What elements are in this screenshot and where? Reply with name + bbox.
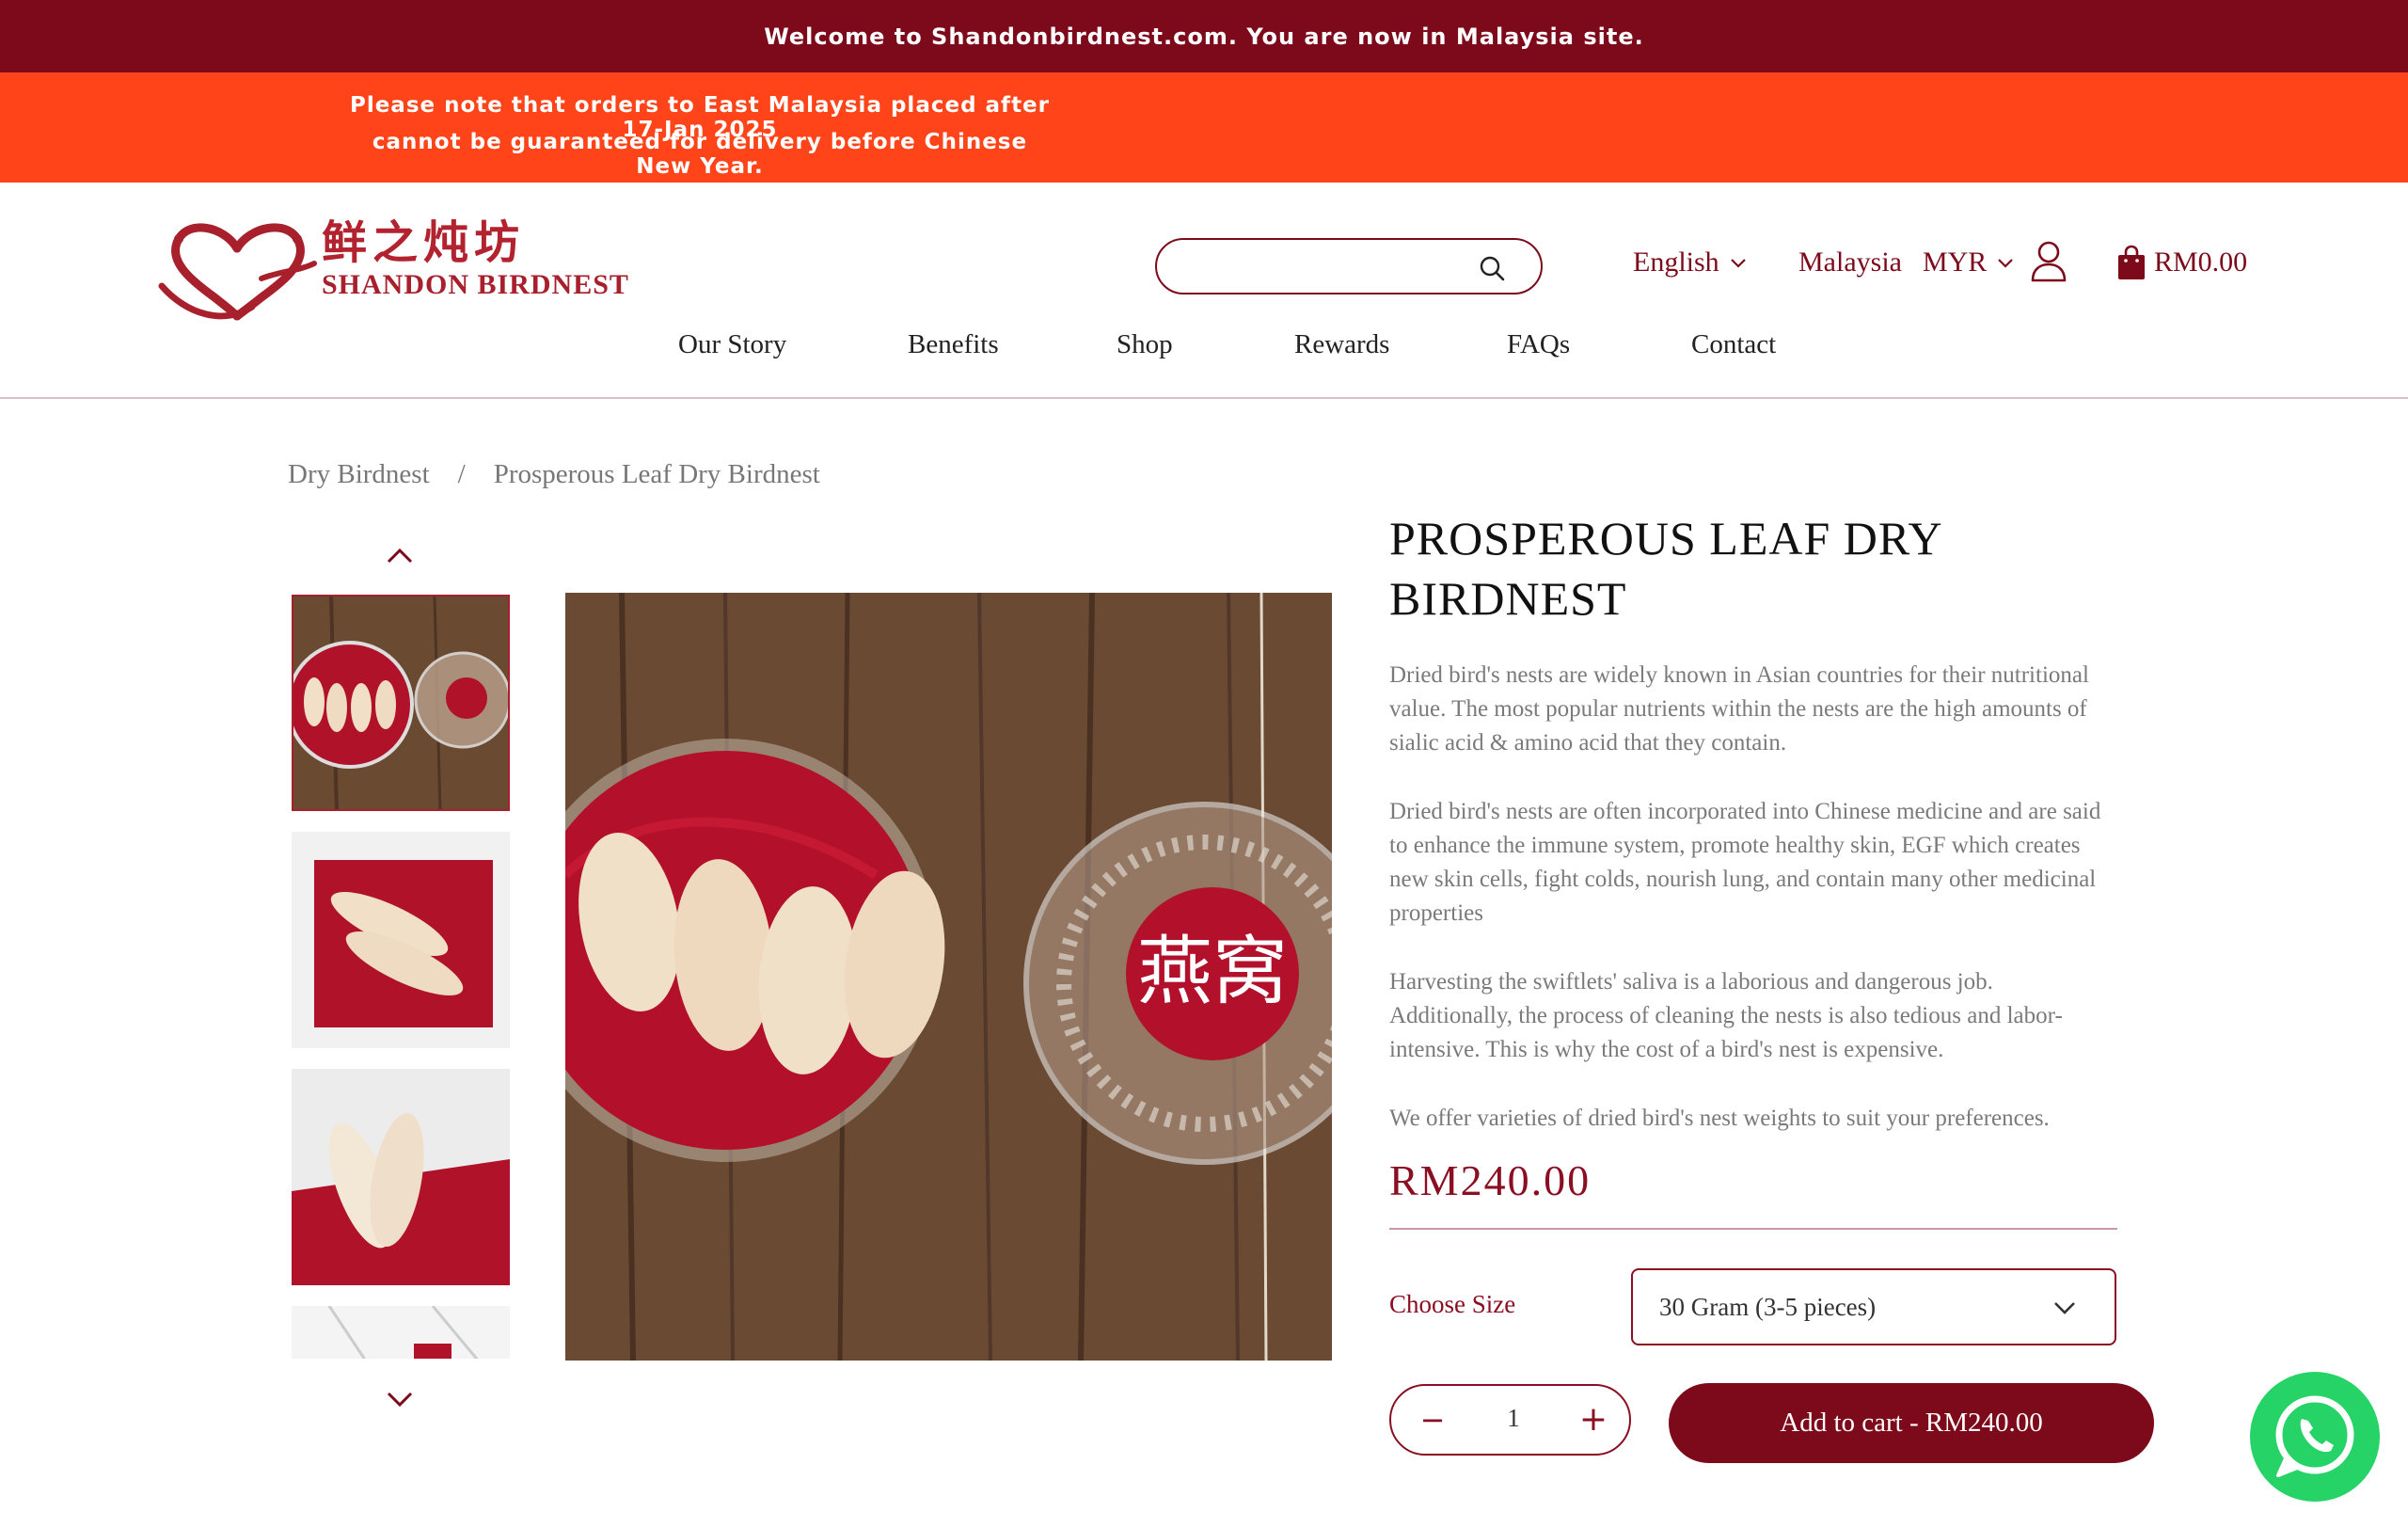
add-to-cart-label: Add to cart - RM240.00 — [1780, 1408, 2043, 1438]
thumbnail-1-image — [293, 597, 508, 809]
description-paragraph: Dried bird's nests are widely known in A… — [1389, 662, 2089, 756]
region-label: Malaysia — [1798, 247, 1902, 278]
search-input[interactable] — [1176, 251, 1477, 283]
language-label: English — [1633, 247, 1719, 278]
thumbnail-1[interactable] — [292, 595, 510, 811]
product-title-line-2: BIRDNEST — [1389, 572, 1627, 625]
size-select[interactable]: 30 Gram (3-5 pieces) — [1631, 1268, 2116, 1345]
cart-button[interactable]: RM0.00 — [2116, 245, 2247, 280]
description-paragraph: We offer varieties of dried bird's nest … — [1389, 1106, 2050, 1131]
announcement-bar: Welcome to Shandonbirdnest.com. You are … — [0, 0, 2408, 72]
whatsapp-chat-button[interactable] — [2250, 1372, 2380, 1502]
add-to-cart-button[interactable]: Add to cart - RM240.00 — [1669, 1383, 2154, 1463]
notice-line-2: cannot be guaranteed for delivery before… — [372, 130, 1028, 179]
chevron-down-icon — [1998, 259, 2014, 268]
nav-item-our-story[interactable]: Our Story — [678, 329, 786, 360]
product-info: PROSPEROUS LEAF DRY BIRDNEST Dried bird'… — [1389, 508, 2118, 1170]
breadcrumb-item-current: Prosperous Leaf Dry Birdnest — [493, 459, 820, 489]
thumbnail-3[interactable] — [292, 1069, 510, 1285]
product-title-line-1: PROSPEROUS LEAF DRY — [1389, 512, 1943, 565]
nav-item-benefits[interactable]: Benefits — [908, 329, 999, 360]
quantity-increase-button[interactable]: + — [1575, 1401, 1612, 1439]
description-paragraph: Harvesting the swiftlets' saliva is a la… — [1389, 969, 2063, 1062]
size-selected-value: 30 Gram (3-5 pieces) — [1659, 1293, 1877, 1321]
nav-item-faqs[interactable]: FAQs — [1507, 329, 1570, 360]
cart-total: RM0.00 — [2154, 247, 2248, 278]
region-currency-selector[interactable]: Malaysia MYR — [1798, 247, 2015, 279]
nav-item-shop[interactable]: Shop — [1117, 329, 1173, 360]
thumbnail-down-arrow-icon[interactable] — [384, 1389, 416, 1411]
welcome-text: Welcome to Shandonbirdnest.com. You are … — [764, 23, 1644, 50]
product-title: PROSPEROUS LEAF DRY BIRDNEST — [1389, 508, 2118, 629]
quantity-stepper: − 1 + — [1389, 1384, 1631, 1456]
thumbnail-4-image — [292, 1306, 510, 1359]
breadcrumb-separator: / — [457, 459, 466, 489]
swan-heart-logo-icon — [158, 223, 317, 321]
thumbnail-2-image — [292, 832, 510, 1048]
logo-english-text: SHANDON BIRDNEST — [322, 269, 629, 300]
currency-label: MYR — [1922, 247, 1988, 278]
site-header: 鲜之炖坊 SHANDON BIRDNEST English Malaysia M… — [0, 183, 2408, 399]
shopping-bag-icon — [2118, 245, 2145, 279]
main-navigation: Our Story Benefits Shop Rewards FAQs Con… — [0, 329, 2408, 371]
description-paragraph: Dried bird's nests are often incorporate… — [1389, 799, 2101, 926]
product-main-image[interactable]: 燕窝 — [565, 593, 1332, 1361]
language-selector[interactable]: English — [1633, 247, 1748, 279]
user-account-icon[interactable] — [2030, 239, 2067, 284]
thumbnail-4[interactable] — [292, 1306, 510, 1359]
quantity-value[interactable]: 1 — [1476, 1404, 1551, 1433]
search-icon[interactable] — [1479, 255, 1505, 281]
svg-text:燕窝: 燕窝 — [1137, 928, 1288, 1015]
product-photo: 燕窝 — [565, 593, 1332, 1361]
nav-item-contact[interactable]: Contact — [1691, 329, 1776, 360]
product-price: RM240.00 — [1389, 1156, 1592, 1204]
search-box[interactable] — [1155, 238, 1543, 294]
nav-item-rewards[interactable]: Rewards — [1294, 329, 1389, 360]
quantity-decrease-button[interactable]: − — [1414, 1401, 1451, 1439]
thumbnail-2[interactable] — [292, 832, 510, 1048]
notice-bar: Please note that orders to East Malaysia… — [0, 72, 2408, 183]
breadcrumb: Dry Birdnest / Prosperous Leaf Dry Birdn… — [288, 459, 820, 490]
thumbnail-list — [292, 595, 512, 1359]
logo[interactable]: 鲜之炖坊 SHANDON BIRDNEST — [158, 205, 647, 321]
product-description: Dried bird's nests are widely known in A… — [1389, 659, 2118, 1136]
thumbnail-3-image — [292, 1069, 510, 1285]
chevron-down-icon — [2054, 1302, 2075, 1314]
thumbnail-up-arrow-icon[interactable] — [384, 544, 416, 566]
divider — [1389, 1228, 2117, 1230]
chevron-down-icon — [1730, 259, 1746, 268]
size-label: Choose Size — [1389, 1290, 1516, 1318]
whatsapp-icon — [2275, 1395, 2354, 1477]
breadcrumb-item-category[interactable]: Dry Birdnest — [288, 459, 430, 490]
logo-chinese-text: 鲜之炖坊 — [322, 216, 526, 269]
